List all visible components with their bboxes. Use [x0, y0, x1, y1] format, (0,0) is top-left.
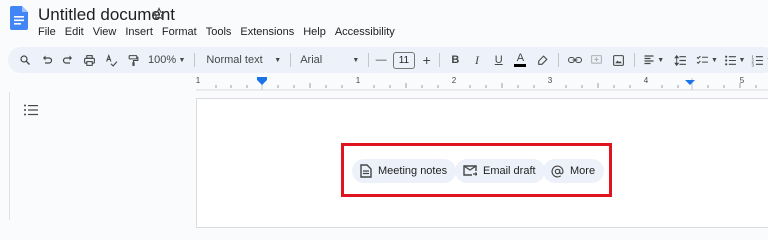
- font-size-input[interactable]: 11: [393, 51, 415, 69]
- menu-format[interactable]: Format: [162, 25, 197, 39]
- ruler-label: 1: [355, 76, 361, 85]
- align-icon[interactable]: ▼: [640, 50, 668, 70]
- menu-tools[interactable]: Tools: [206, 25, 232, 39]
- menu-edit[interactable]: Edit: [65, 25, 84, 39]
- ruler-label: 2: [451, 76, 457, 85]
- italic-button[interactable]: I: [466, 50, 488, 70]
- bold-button[interactable]: B: [445, 50, 467, 70]
- add-comment-icon[interactable]: [586, 50, 608, 70]
- toolbar: 100% ▼ Normal text ▼ Arial ▼ — 11 + B I …: [8, 47, 768, 73]
- zoom-select[interactable]: 100% ▼: [144, 50, 189, 70]
- bulleted-list-icon[interactable]: ▼: [721, 50, 749, 70]
- undo-icon[interactable]: [36, 50, 58, 70]
- decrease-font-size-button[interactable]: —: [374, 50, 388, 70]
- ruler-label: 1: [195, 76, 201, 85]
- toolbar-divider: [438, 53, 440, 67]
- paint-format-icon[interactable]: [122, 50, 144, 70]
- toolbar-divider: [633, 53, 635, 67]
- menu-accessibility[interactable]: Accessibility: [335, 25, 395, 39]
- toolbar-divider: [290, 53, 292, 67]
- highlight-box: [341, 143, 612, 197]
- menu-bar: File Edit View Insert Format Tools Exten…: [38, 25, 404, 39]
- menu-insert[interactable]: Insert: [125, 25, 153, 39]
- ruler-label: 5: [739, 76, 745, 85]
- chevron-down-icon: ▼: [178, 56, 186, 64]
- underline-button[interactable]: U: [488, 50, 510, 70]
- search-menus-icon[interactable]: [14, 50, 36, 70]
- menu-help[interactable]: Help: [303, 25, 326, 39]
- text-color-button[interactable]: A: [510, 50, 532, 70]
- numbered-list-icon[interactable]: 123 ▼: [748, 50, 768, 70]
- menu-view[interactable]: View: [93, 25, 117, 39]
- font-value: Arial: [300, 54, 323, 66]
- text-color-swatch: [514, 64, 527, 67]
- paragraph-style-value: Normal text: [206, 54, 263, 66]
- increase-font-size-button[interactable]: +: [420, 50, 434, 70]
- toolbar-divider: [368, 53, 370, 67]
- paragraph-style-select[interactable]: Normal text ▼: [200, 50, 285, 70]
- ruler-label: 3: [547, 76, 553, 85]
- print-icon[interactable]: [79, 50, 101, 70]
- toolbar-divider: [194, 53, 196, 67]
- menu-file[interactable]: File: [38, 25, 56, 39]
- font-select[interactable]: Arial ▼: [296, 50, 363, 70]
- link-icon[interactable]: [564, 50, 586, 70]
- text-color-label: A: [516, 52, 525, 64]
- checklist-icon[interactable]: ▼: [693, 50, 721, 70]
- docs-logo-icon[interactable]: [10, 6, 28, 30]
- insert-image-icon[interactable]: [607, 50, 629, 70]
- toolbar-divider: [557, 53, 559, 67]
- svg-text:3: 3: [752, 62, 755, 67]
- ruler-labels: 1 1 2 3 4 5: [196, 76, 768, 90]
- chevron-down-icon: ▼: [274, 56, 282, 64]
- chevron-down-icon: ▼: [352, 56, 360, 64]
- spellcheck-icon[interactable]: [101, 50, 123, 70]
- menu-extensions[interactable]: Extensions: [240, 25, 294, 39]
- redo-icon[interactable]: [57, 50, 79, 70]
- ruler-label: 4: [643, 76, 649, 85]
- vertical-ruler[interactable]: [0, 92, 10, 220]
- star-icon[interactable]: [152, 7, 166, 21]
- zoom-value: 100%: [148, 54, 177, 66]
- highlight-pen-icon[interactable]: [531, 50, 553, 70]
- document-outline-icon[interactable]: [24, 104, 38, 116]
- line-spacing-icon[interactable]: [667, 50, 693, 70]
